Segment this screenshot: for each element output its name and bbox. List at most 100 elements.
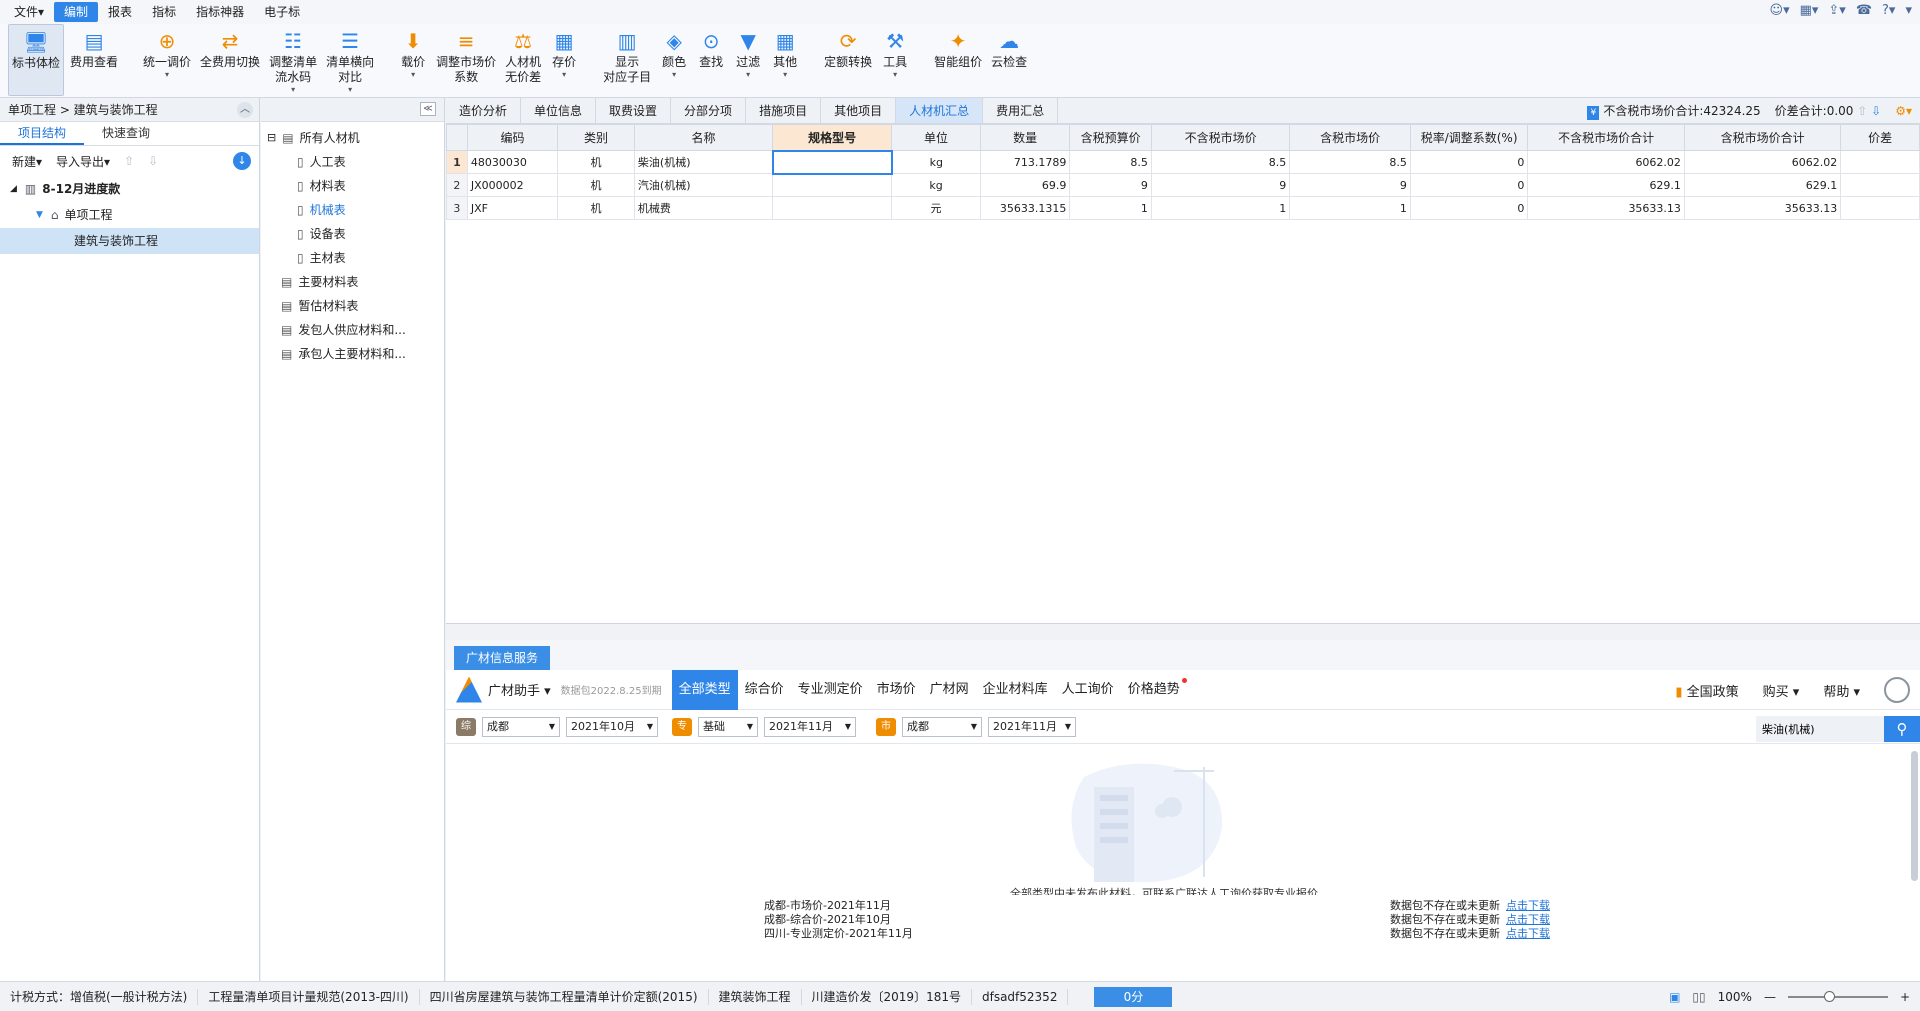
zoom-out-icon[interactable]: —: [1764, 990, 1776, 1004]
more-icon[interactable]: ▾: [1905, 3, 1912, 18]
base-select[interactable]: 基础 ▼: [698, 716, 758, 737]
main-tab[interactable]: 单位信息: [521, 98, 597, 123]
info-nav-item[interactable]: 人工询价: [1055, 670, 1121, 710]
city-select-2[interactable]: 成都 ▼: [902, 716, 982, 737]
month-select-3[interactable]: 2021年11月 ▼: [988, 716, 1076, 737]
table-cell[interactable]: 629.1: [1683, 173, 1842, 197]
column-header[interactable]: 不含税市场价合计: [1527, 124, 1685, 151]
month-select-2[interactable]: 2021年11月 ▼: [764, 716, 856, 737]
ribbon-button-6[interactable]: ⬇ 载价 ▾: [396, 24, 430, 96]
main-tab[interactable]: 其他项目: [821, 98, 897, 123]
zoom-in-icon[interactable]: +: [1900, 990, 1910, 1004]
tab-material-info[interactable]: 广材信息服务: [454, 646, 551, 670]
column-header[interactable]: 含税市场价合计: [1683, 124, 1842, 151]
arrow-down-icon[interactable]: ⇩: [1871, 104, 1881, 118]
expand-arrow-icon[interactable]: ▼: [36, 202, 43, 228]
info-nav-item[interactable]: 广材网: [923, 670, 976, 710]
table-cell[interactable]: 0: [1409, 150, 1529, 174]
table-cell[interactable]: [1840, 173, 1920, 197]
user-icon[interactable]: ☺▾: [1770, 3, 1790, 18]
ribbon-button-7[interactable]: ≡ 调整市场价 系数: [433, 24, 499, 96]
zoom-knob[interactable]: [1823, 991, 1835, 1002]
menu-file[interactable]: 文件▾: [4, 2, 54, 22]
table-cell[interactable]: 机: [557, 150, 635, 174]
tab-project-structure[interactable]: 项目结构: [0, 122, 84, 145]
info-nav-item[interactable]: 专业测定价: [791, 670, 870, 710]
table-cell[interactable]: 9: [1289, 173, 1411, 197]
column-header[interactable]: 含税预算价: [1069, 124, 1152, 151]
resource-tree-item[interactable]: ▤ 暂估材料表: [261, 294, 444, 318]
national-policy-link[interactable]: ▮ 全国政策: [1675, 681, 1738, 700]
info-nav-item[interactable]: 价格趋势: [1121, 670, 1187, 710]
table-cell[interactable]: kg: [891, 150, 981, 174]
ribbon-button-17[interactable]: ✦ 智能组价: [931, 24, 985, 96]
table-cell[interactable]: 汽油(机械): [633, 173, 774, 197]
table-row[interactable]: 2 JX000002 机汽油(机械) kg 69.9 9 9 9 0 629.1 629.1: [446, 173, 1920, 197]
table-cell[interactable]: [1840, 196, 1920, 220]
column-header[interactable]: 规格型号: [772, 124, 893, 151]
ribbon-button-12[interactable]: ⊙ 查找: [694, 24, 728, 96]
table-cell[interactable]: 1: [1150, 196, 1291, 220]
split-view-icon[interactable]: ▯▯: [1692, 990, 1705, 1004]
download-link[interactable]: 点击下载: [1506, 927, 1550, 940]
menu-index[interactable]: 指标: [142, 2, 186, 22]
table-cell[interactable]: 机械费: [633, 196, 774, 220]
main-tab[interactable]: 费用汇总: [983, 98, 1059, 123]
main-tab[interactable]: 人材机汇总: [896, 98, 984, 123]
tree-item-building-decoration[interactable]: 建筑与装饰工程: [0, 228, 259, 254]
column-header[interactable]: 类别: [557, 124, 635, 151]
buy-menu[interactable]: 购买 ▾: [1763, 681, 1800, 700]
layout-icon[interactable]: ▦▾: [1800, 3, 1819, 18]
column-header[interactable]: 编码: [466, 124, 559, 151]
table-cell[interactable]: 6062.02: [1527, 150, 1685, 174]
resource-tree-item[interactable]: ▤ 主要材料表: [261, 270, 444, 294]
ribbon-button-16[interactable]: ⚒ 工具 ▾: [878, 24, 912, 96]
help-icon[interactable]: ?▾: [1882, 3, 1895, 18]
resource-tree-item[interactable]: ▤ 发包人供应材料和...: [261, 318, 444, 342]
table-cell[interactable]: 6062.02: [1683, 150, 1842, 174]
import-export-button[interactable]: 导入导出▾: [56, 153, 110, 170]
tree-item-single-project[interactable]: ▼ ⌂ 单项工程: [0, 202, 259, 228]
table-cell[interactable]: 机: [557, 196, 635, 220]
service-icon[interactable]: ☎: [1856, 3, 1872, 18]
ribbon-button-0[interactable]: 🖥 标书体检: [8, 24, 65, 96]
table-cell[interactable]: [772, 196, 893, 220]
info-nav-item[interactable]: 企业材料库: [976, 670, 1055, 710]
collapse-tree-icon[interactable]: ⊟: [267, 126, 276, 150]
menu-report[interactable]: 报表: [98, 2, 142, 22]
help-menu[interactable]: 帮助 ▾: [1823, 681, 1860, 700]
main-tab[interactable]: 分部分项: [671, 98, 747, 123]
avatar[interactable]: [1884, 677, 1910, 703]
table-cell[interactable]: 1: [1069, 196, 1152, 220]
table-cell[interactable]: [772, 173, 893, 197]
column-header[interactable]: 价差: [1840, 124, 1920, 151]
search-icon[interactable]: ⚲: [1884, 716, 1920, 742]
move-down-icon[interactable]: ⇩: [148, 154, 158, 168]
ribbon-button-3[interactable]: ⇄ 全费用切换: [197, 24, 263, 96]
ribbon-button-10[interactable]: ▥ 显示 对应子目: [600, 24, 654, 96]
ribbon-button-13[interactable]: ▼ 过滤 ▾: [731, 24, 765, 96]
table-cell[interactable]: 柴油(机械): [633, 150, 774, 174]
vertical-scrollbar[interactable]: [1911, 751, 1918, 881]
zoom-slider[interactable]: [1787, 991, 1888, 1002]
column-header[interactable]: 数量: [979, 124, 1071, 151]
table-cell[interactable]: 35633.13: [1683, 196, 1842, 220]
table-cell[interactable]: 8.5: [1069, 150, 1152, 174]
ribbon-button-9[interactable]: ▦ 存价 ▾: [547, 24, 581, 96]
month-select-1[interactable]: 2021年10月 ▼: [566, 716, 658, 737]
resource-tree-item[interactable]: ▯ 材料表: [261, 174, 444, 198]
table-cell[interactable]: 9: [1069, 173, 1152, 197]
view-icon[interactable]: ▣: [1669, 990, 1680, 1004]
resource-tree-item[interactable]: ▯ 机械表: [261, 198, 444, 222]
ribbon-button-11[interactable]: ◈ 颜色 ▾: [657, 24, 691, 96]
table-cell[interactable]: 69.9: [979, 173, 1071, 197]
table-cell[interactable]: 机: [557, 173, 635, 197]
main-tab[interactable]: 措施项目: [746, 98, 822, 123]
ribbon-button-1[interactable]: ▤ 费用查看: [67, 24, 121, 96]
collapse-left-icon[interactable]: ≪: [420, 102, 436, 116]
table-cell[interactable]: [1840, 150, 1920, 174]
ribbon-button-8[interactable]: ⚖ 人材机 无价差: [502, 24, 544, 96]
table-cell[interactable]: 48030030: [466, 150, 559, 174]
table-cell[interactable]: [771, 149, 893, 175]
menu-index-tool[interactable]: 指标神器: [186, 2, 254, 22]
